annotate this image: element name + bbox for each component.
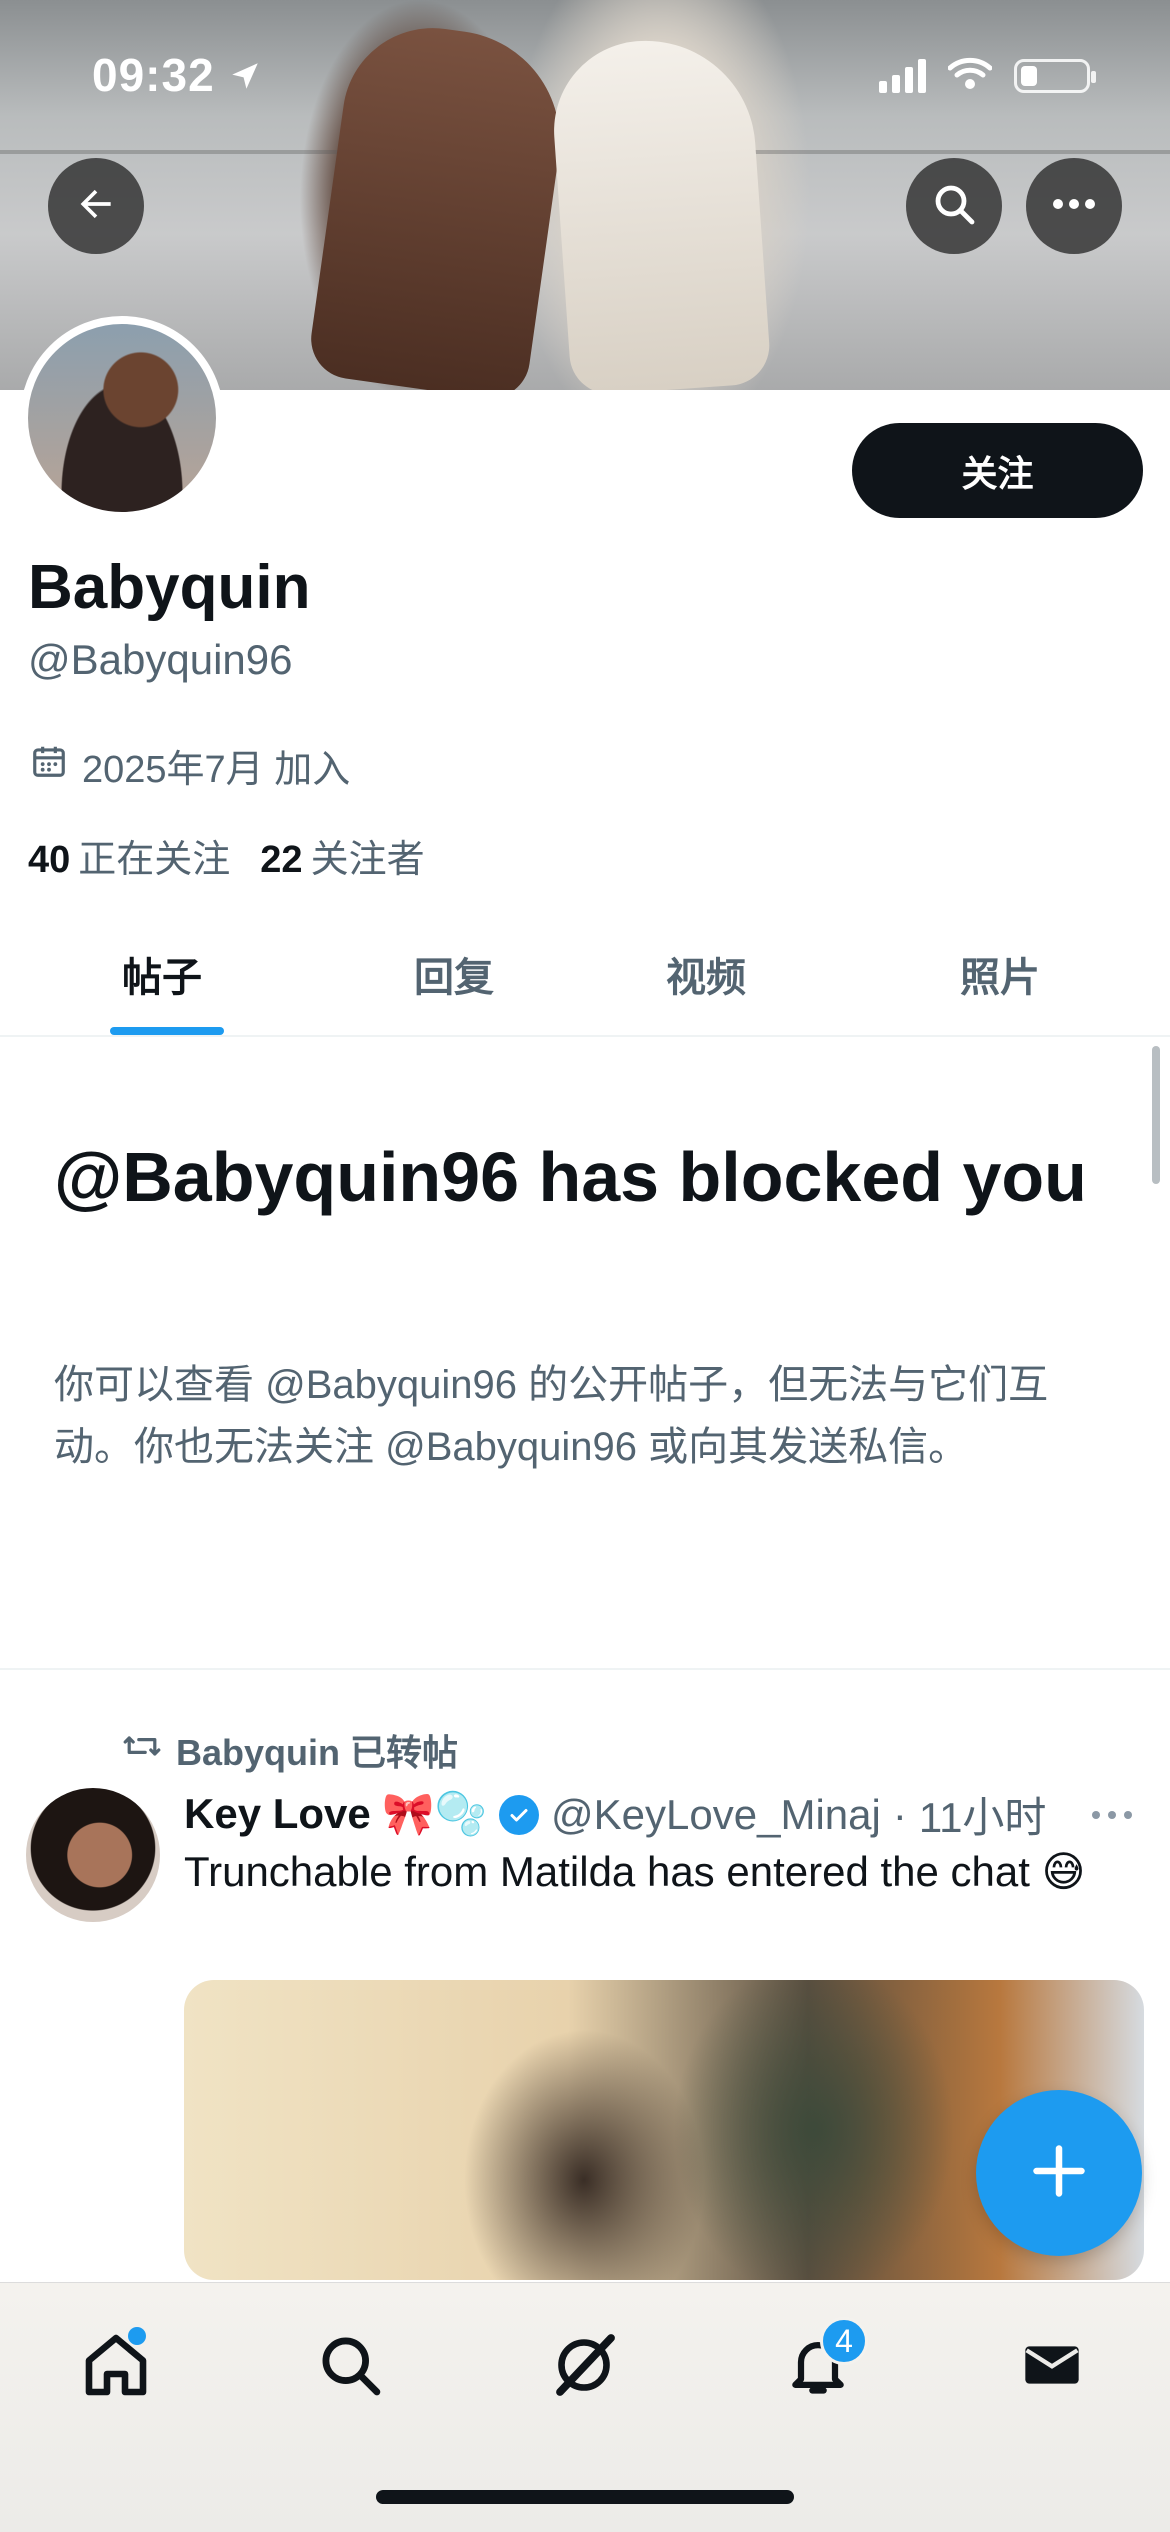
- back-button[interactable]: [48, 158, 144, 254]
- blocked-title: @Babyquin96 has blocked you: [54, 1138, 1087, 1216]
- tweet-author-name[interactable]: Key Love 🎀🫧: [184, 1790, 487, 1839]
- tab-replies[interactable]: 回复: [414, 945, 494, 1003]
- active-tab-indicator: [110, 1027, 224, 1035]
- profile-tabs: 帖子 回复 视频 照片: [0, 925, 1170, 1037]
- tweet-author-handle[interactable]: @KeyLove_Minaj: [551, 1791, 881, 1839]
- plus-icon: [1029, 2141, 1089, 2206]
- tweet-author-avatar[interactable]: [26, 1788, 160, 1922]
- more-options-button[interactable]: [1026, 158, 1122, 254]
- join-date: 2025年7月 加入: [30, 738, 350, 793]
- search-icon: [930, 180, 978, 233]
- nav-messages[interactable]: [1002, 2317, 1102, 2417]
- search-button[interactable]: [906, 158, 1002, 254]
- banner-shape-right: [548, 33, 772, 390]
- home-indicator[interactable]: [376, 2490, 794, 2504]
- display-name: Babyquin: [28, 553, 311, 622]
- followers-count: 22: [260, 839, 303, 881]
- followers-label: 关注者: [310, 839, 425, 881]
- status-time: 09:32: [92, 48, 262, 102]
- tweet-header: Key Love 🎀🫧 @KeyLove_Minaj · 11小时: [184, 1784, 1144, 1845]
- followers-stat[interactable]: 22 关注者: [260, 828, 424, 883]
- grok-icon: [548, 2329, 620, 2406]
- follow-button[interactable]: 关注: [852, 423, 1143, 518]
- tweet-time[interactable]: 11小时: [919, 1784, 1047, 1845]
- retweet-indicator: Babyquin 已转帖: [122, 1724, 458, 1776]
- following-stat[interactable]: 40 正在关注: [28, 828, 230, 883]
- follow-stats: 40 正在关注 22 关注者: [28, 828, 425, 883]
- compose-button[interactable]: [976, 2090, 1142, 2256]
- divider: [0, 1668, 1170, 1670]
- signal-icon: [879, 58, 926, 93]
- mail-icon: [1020, 2333, 1084, 2402]
- more-icon: [1090, 1786, 1134, 1830]
- more-icon: [1050, 196, 1098, 217]
- location-arrow-icon: [228, 49, 262, 101]
- battery-icon: [1014, 58, 1096, 93]
- explore-icon: [316, 2331, 384, 2404]
- following-count: 40: [28, 839, 71, 881]
- banner-shape-left: [306, 16, 574, 390]
- blocked-description: 你可以查看 @Babyquin96 的公开帖子，但无法与它们互动。你也无法关注 …: [54, 1363, 1049, 1469]
- notifications-badge: 4: [820, 2317, 868, 2365]
- tab-photos[interactable]: 照片: [960, 945, 1040, 1003]
- wifi-icon: [947, 56, 993, 95]
- nav-notifications[interactable]: 4: [768, 2317, 868, 2417]
- verified-icon: [499, 1794, 540, 1835]
- nav-home[interactable]: [66, 2317, 166, 2417]
- status-icons: [879, 56, 1096, 95]
- join-date-text: 2025年7月 加入: [82, 749, 351, 791]
- retweet-icon: [122, 1729, 162, 1771]
- tweet-separator: ·: [892, 1790, 907, 1838]
- calendar-icon: [30, 742, 68, 790]
- profile-avatar[interactable]: [20, 316, 224, 520]
- nav-explore[interactable]: [300, 2317, 400, 2417]
- nav-grok[interactable]: [534, 2317, 634, 2417]
- status-time-text: 09:32: [92, 49, 215, 101]
- arrow-left-icon: [74, 182, 118, 231]
- tweet-more-button[interactable]: [1090, 1786, 1134, 1831]
- scrollbar[interactable]: [1152, 1046, 1160, 1184]
- home-notification-dot: [128, 2327, 146, 2345]
- retweet-label: Babyquin 已转帖: [176, 1732, 459, 1773]
- tweet-text: Trunchable from Matilda has entered the …: [184, 1848, 1086, 1895]
- tab-videos[interactable]: 视频: [666, 945, 746, 1003]
- tab-posts[interactable]: 帖子: [122, 945, 202, 1003]
- following-label: 正在关注: [78, 839, 231, 881]
- profile-handle: @Babyquin96: [28, 636, 293, 683]
